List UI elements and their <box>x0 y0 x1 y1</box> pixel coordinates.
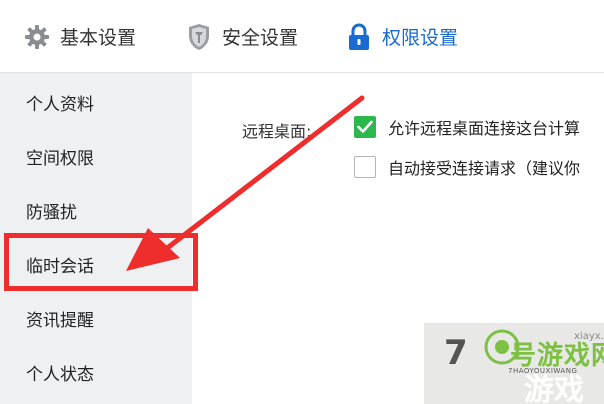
checkmark-icon <box>357 120 373 133</box>
watermark-number: 7 <box>444 333 468 373</box>
sidebar-item-news-reminder[interactable]: 资讯提醒 <box>0 291 192 345</box>
option-label: 允许远程桌面连接这台计算 <box>388 119 581 138</box>
sidebar-item-label: 临时会话 <box>26 256 94 277</box>
sidebar-item-label: 资讯提醒 <box>26 310 94 331</box>
allow-remote-checkbox[interactable] <box>354 116 376 138</box>
tab-label: 基本设置 <box>60 27 137 49</box>
watermark: 7 号游戏网 7HAOYOUXIWANG 游戏 xiayx.com <box>424 323 604 404</box>
remote-desktop-label: 远程桌面: <box>242 122 312 141</box>
sidebar-item-label: 空间权限 <box>26 148 94 169</box>
auto-accept-checkbox[interactable] <box>354 156 376 178</box>
sidebar-item-anti-harassment[interactable]: 防骚扰 <box>0 183 192 237</box>
allow-remote-desktop-option[interactable]: 允许远程桌面连接这台计算 <box>354 115 580 139</box>
sidebar-item-temp-session[interactable]: 临时会话 <box>0 237 192 291</box>
sidebar-item-label: 防骚扰 <box>26 202 77 223</box>
tab-label: 安全设置 <box>222 27 299 49</box>
tab-security-settings[interactable]: 安全设置 <box>184 0 298 73</box>
tab-label: 权限设置 <box>382 27 459 49</box>
watermark-game: 游戏 <box>524 373 584 404</box>
auto-accept-option[interactable]: 自动接受连接请求（建议你 <box>354 155 580 179</box>
tab-permission-settings[interactable]: 权限设置 <box>344 0 458 73</box>
shield-icon <box>184 22 214 52</box>
gear-icon <box>22 22 52 52</box>
sidebar-item-space-permission[interactable]: 空间权限 <box>0 129 192 183</box>
lock-icon <box>344 22 374 52</box>
tab-basic-settings[interactable]: 基本设置 <box>22 0 136 73</box>
top-tab-bar: 基本设置 安全设置 权限设置 <box>0 0 604 73</box>
sidebar-item-label: 个人状态 <box>26 364 94 385</box>
option-label: 自动接受连接请求（建议你 <box>388 159 581 178</box>
sidebar-item-personal-status[interactable]: 个人状态 <box>0 345 192 399</box>
sidebar-item-profile[interactable]: 个人资料 <box>0 75 192 129</box>
sidebar-item-label: 个人资料 <box>26 94 94 115</box>
watermark-site: xiayx.com <box>574 331 604 342</box>
sidebar: 个人资料 空间权限 防骚扰 临时会话 资讯提醒 个人状态 <box>0 73 192 404</box>
